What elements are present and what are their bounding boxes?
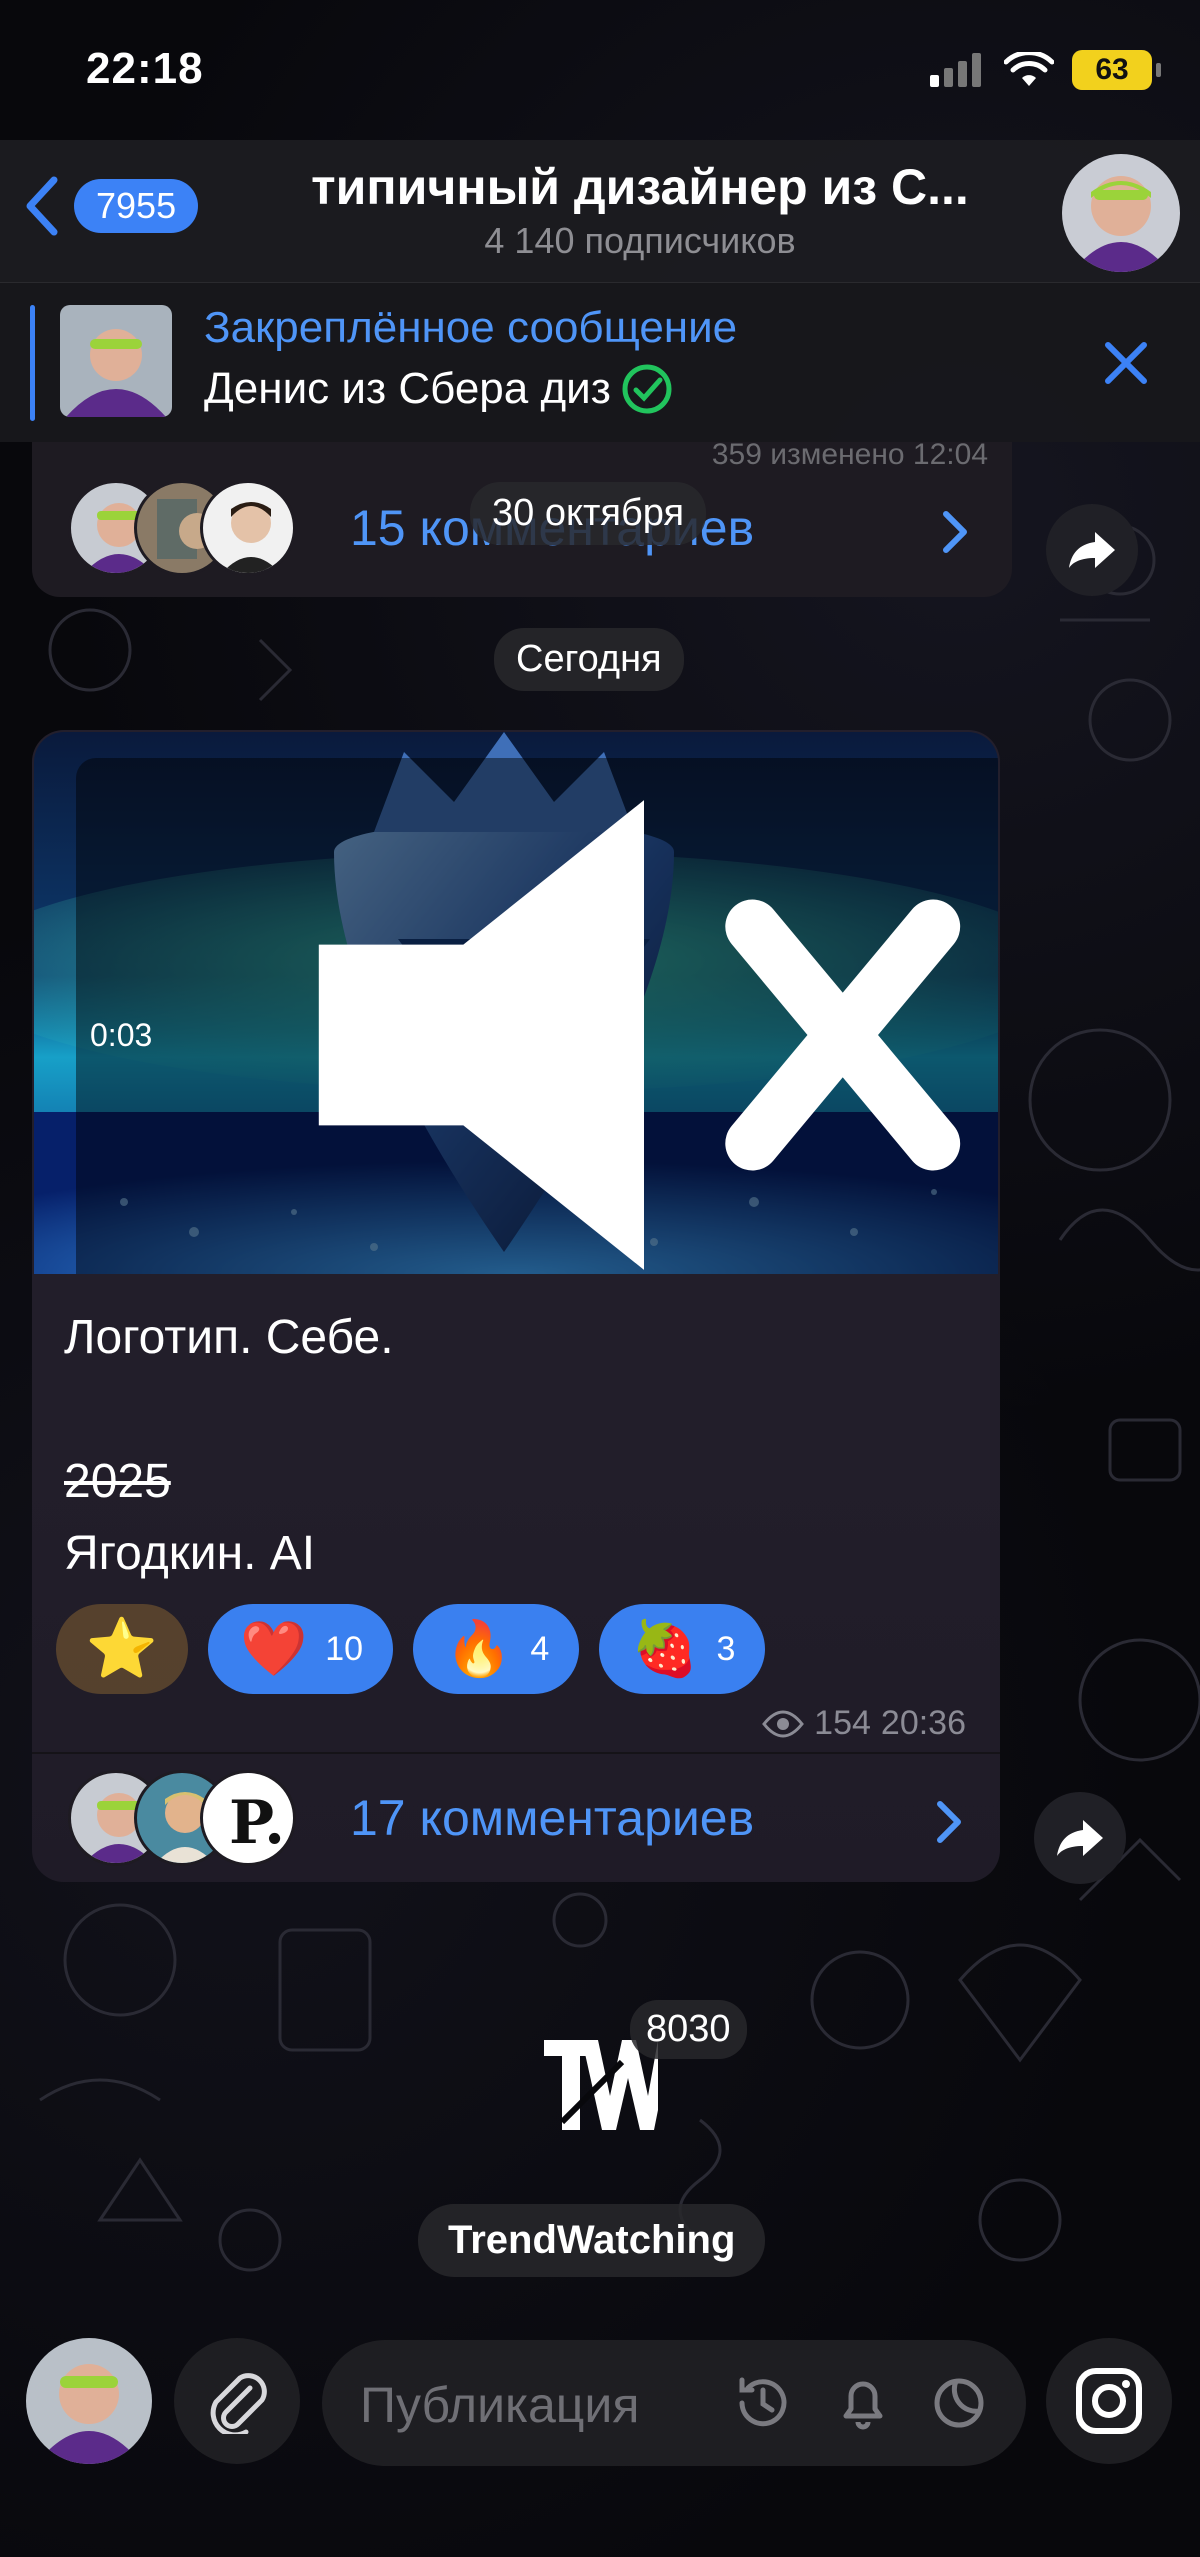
- timer-icon[interactable]: [730, 2370, 796, 2436]
- fire-icon: 🔥: [445, 1618, 513, 1679]
- commenter-avatars: [68, 480, 298, 576]
- unread-count-badge: 7955: [74, 179, 199, 233]
- chat-header: 7955 типичный дизайнер из С... 4 140 под…: [0, 140, 1200, 282]
- strawberry-icon: 🍓: [631, 1618, 699, 1679]
- post-text-line1: Логотип. Себе.: [64, 1311, 394, 1364]
- status-time: 22:18: [86, 44, 204, 93]
- previous-message-meta: 359 изменено 12:04: [711, 438, 988, 471]
- instagram-button[interactable]: [1046, 2338, 1172, 2464]
- post-time: 20:36: [880, 1704, 966, 1742]
- post-meta: 154 20:36: [762, 1704, 966, 1743]
- reactions-row: ⭐ ❤️ 10 🔥 4 🍓 3: [56, 1604, 766, 1694]
- view-count: 154: [814, 1704, 871, 1742]
- date-separator: Сегодня: [494, 628, 684, 691]
- back-button[interactable]: 7955: [22, 174, 199, 238]
- close-icon[interactable]: [1096, 333, 1156, 393]
- divider: [32, 1752, 1000, 1754]
- video-duration: 0:03: [76, 758, 998, 1274]
- pinned-text: Денис из Сбера диз: [204, 364, 611, 413]
- message-input-placeholder: Публикация: [360, 2377, 640, 2433]
- heart-icon: ❤️: [240, 1618, 308, 1679]
- bell-icon[interactable]: [830, 2370, 896, 2436]
- verified-icon: [622, 364, 672, 414]
- cellular-icon: [930, 53, 981, 87]
- comments-label: 17 комментариев: [350, 1790, 755, 1846]
- post-text: Логотип. Себе. 2025 Ягодкин. AI: [64, 1302, 394, 1590]
- star-reaction[interactable]: ⭐: [56, 1604, 188, 1694]
- back-chevron-icon: [26, 176, 58, 236]
- share-button-previous[interactable]: [1046, 504, 1138, 596]
- status-bar: 22:18 63: [0, 0, 1200, 140]
- mute-icon[interactable]: [162, 764, 998, 1274]
- post-video[interactable]: 0:03: [34, 732, 998, 1274]
- moon-icon[interactable]: [926, 2370, 992, 2436]
- pinned-text-row: Денис из Сбера диз: [204, 363, 673, 415]
- svg-text:P.: P.: [229, 1788, 285, 1858]
- sticker-name-label[interactable]: TrendWatching: [418, 2204, 766, 2277]
- avatar: [200, 480, 296, 576]
- commenter-avatars: P.: [68, 1770, 298, 1866]
- pinned-thumbnail: [60, 305, 172, 417]
- reaction-count: 10: [325, 1629, 364, 1668]
- post-bubble: 0:03 Логотип. Себе. 2025 Ягодкин. AI ⭐ ❤…: [32, 730, 1000, 1882]
- status-icons: 63: [930, 50, 1161, 90]
- channel-title[interactable]: типичный дизайнер из С...: [280, 158, 1000, 216]
- channel-avatar[interactable]: [1062, 154, 1180, 272]
- battery-indicator: 63: [1072, 50, 1161, 90]
- attach-button[interactable]: [174, 2338, 300, 2464]
- comments-row[interactable]: P. 17 комментариев: [68, 1770, 998, 1866]
- pinned-indicator: [30, 305, 35, 421]
- share-button[interactable]: [1034, 1792, 1126, 1884]
- share-icon: [1057, 1820, 1103, 1856]
- wifi-icon: [1004, 52, 1054, 86]
- chevron-right-icon: [937, 1801, 961, 1843]
- message-input[interactable]: Публикация: [322, 2340, 1026, 2466]
- avatar: P.: [200, 1770, 296, 1866]
- reaction-fire[interactable]: 🔥 4: [413, 1604, 580, 1694]
- chevron-right-icon: [943, 511, 967, 553]
- subscriber-count: 4 140 подписчиков: [484, 220, 796, 261]
- attach-icon: [210, 2373, 267, 2434]
- post-text-line3: Ягодкин. AI: [64, 1527, 316, 1580]
- star-icon: ⭐: [85, 1616, 159, 1681]
- profile-avatar-button[interactable]: [26, 2338, 152, 2464]
- reaction-heart[interactable]: ❤️ 10: [208, 1604, 394, 1694]
- pinned-title: Закреплённое сообщение: [204, 303, 738, 352]
- share-icon: [1069, 532, 1115, 568]
- instagram-icon: [1076, 2368, 1142, 2434]
- eye-icon: [762, 1710, 805, 1737]
- post-text-strikethrough: 2025: [64, 1455, 171, 1508]
- video-time: 0:03: [90, 1016, 153, 1053]
- sticker-view-count: 8030: [630, 2000, 747, 2059]
- reaction-count: 3: [716, 1629, 736, 1668]
- reaction-strawberry[interactable]: 🍓 3: [599, 1604, 766, 1694]
- reaction-count: 4: [530, 1629, 550, 1668]
- floating-date-badge: 30 октября: [470, 482, 707, 545]
- pinned-message-bar[interactable]: Закреплённое сообщение Денис из Сбера ди…: [0, 282, 1200, 442]
